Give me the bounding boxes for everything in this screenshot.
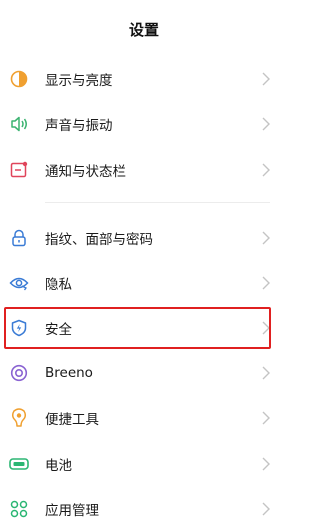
settings-item-fingerprint-face-password[interactable]: 指纹、面部与密码 [0, 215, 288, 260]
tools-icon [9, 407, 29, 428]
settings-item-label: 安全 [45, 321, 72, 338]
settings-item-label: 声音与振动 [45, 117, 113, 134]
lock-icon [9, 228, 29, 248]
settings-item-app-management[interactable]: 应用管理 [0, 486, 288, 531]
chevron-right-icon [262, 366, 270, 379]
section-divider [45, 202, 270, 203]
settings-item-battery[interactable]: 电池 [0, 441, 288, 486]
settings-item-label: 隐私 [45, 276, 72, 293]
battery-icon [9, 454, 29, 474]
page-title: 设置 [128, 20, 159, 39]
settings-item-sound-vibration[interactable]: 声音与振动 [0, 101, 288, 146]
chevron-right-icon [262, 117, 270, 130]
chevron-right-icon [262, 457, 270, 470]
notification-icon [9, 160, 29, 180]
shield-icon [9, 318, 29, 338]
speaker-icon [9, 114, 29, 134]
settings-item-security[interactable]: 安全 [0, 305, 288, 350]
privacy-eye-icon [9, 273, 29, 293]
display-brightness-icon [9, 69, 29, 89]
chevron-right-icon [262, 502, 270, 515]
breeno-icon [9, 363, 29, 383]
settings-item-privacy[interactable]: 隐私 [0, 260, 288, 305]
settings-item-label: 应用管理 [45, 502, 99, 519]
settings-item-convenience-tools[interactable]: 便捷工具 [0, 395, 288, 440]
settings-item-label: 显示与亮度 [45, 72, 113, 89]
settings-item-label: 通知与状态栏 [45, 163, 126, 180]
settings-item-breeno[interactable]: Breeno [0, 350, 288, 395]
settings-item-label: 指纹、面部与密码 [45, 231, 153, 248]
chevron-right-icon [262, 411, 270, 424]
settings-item-label: 便捷工具 [45, 411, 99, 428]
chevron-right-icon [262, 276, 270, 289]
chevron-right-icon [262, 163, 270, 176]
settings-item-label: Breeno [45, 364, 93, 381]
settings-item-display-brightness[interactable]: 显示与亮度 [0, 56, 288, 101]
settings-item-notification-statusbar[interactable]: 通知与状态栏 [0, 147, 288, 192]
chevron-right-icon [262, 72, 270, 85]
app-management-icon [9, 499, 29, 519]
settings-item-label: 电池 [45, 457, 72, 474]
chevron-right-icon [262, 321, 270, 334]
chevron-right-icon [262, 231, 270, 244]
